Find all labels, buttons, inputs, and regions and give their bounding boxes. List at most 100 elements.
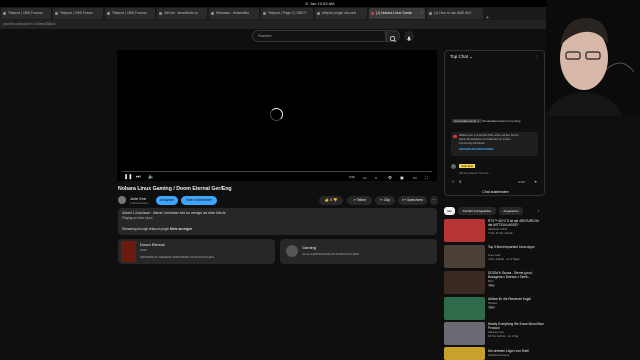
rec-badge: Neu bbox=[488, 284, 495, 287]
browser-tab[interactable]: Releases · fenwchildo bbox=[209, 8, 259, 19]
subscriber-count: 0 Abonnenten bbox=[130, 201, 149, 205]
game-browse-link[interactable]: WEITERE ZU DIESEM VIDEOSPIEL DURCHSUCHEN bbox=[140, 255, 214, 259]
fullscreen-icon[interactable]: ⛶ bbox=[425, 175, 430, 180]
browser-tab[interactable]: GitHub - fenwchildo-m bbox=[157, 8, 207, 19]
address-bar[interactable]: youtube.com/watch?v=ZBeae288dc4 bbox=[0, 20, 640, 29]
currency-icon[interactable]: $ bbox=[459, 179, 461, 184]
autoplay-toggle[interactable]: ◐ bbox=[375, 175, 380, 180]
rec-title: Top 5 Most Important Linux Apps bbox=[488, 245, 535, 249]
system-top-bar: 5. Jan 10:53 AM — ▢ ✕ bbox=[0, 0, 640, 7]
gaming-browse-link[interactable]: ALLE GAMINGINHALTE DURCHSUCHEN bbox=[302, 252, 359, 256]
tab-label: Teleport | OBS Forums bbox=[8, 11, 43, 15]
doom-eternal-cover bbox=[121, 241, 136, 262]
video-description[interactable]: Aktuell 1 Zuschauer · Aktiver Livestream… bbox=[118, 208, 437, 235]
banner-line: Willkommen im Livechat! Bitte achte auf … bbox=[459, 134, 519, 137]
description-stats: Aktuell 1 Zuschauer · Aktiver Livestream… bbox=[122, 211, 226, 215]
chip-recent[interactable]: Kürzlich hochgeladen bbox=[458, 207, 496, 215]
theater-mode-icon[interactable]: ▭ bbox=[413, 175, 418, 180]
webcam-overlay bbox=[546, 0, 640, 116]
browser-tab[interactable]: teleport plugin obs aurl bbox=[315, 8, 367, 19]
voice-search-button[interactable] bbox=[404, 31, 414, 41]
emoji-icon[interactable]: ☺ bbox=[451, 179, 455, 184]
recommendation-item[interactable]: Die dreisten Lügen von Shell Kopfbeantwo… bbox=[444, 347, 545, 360]
tab-label: teleport plugin obs aurl bbox=[322, 11, 357, 15]
save-label: Speichern bbox=[407, 198, 423, 202]
browser-tab[interactable]: (1) How to use AMD AV1 bbox=[427, 8, 483, 19]
next-button[interactable]: ⏭ bbox=[136, 175, 141, 180]
game-year: 2020 bbox=[140, 248, 147, 252]
favicon-icon bbox=[159, 12, 162, 15]
tab-label: Teleport | OBS Forum bbox=[60, 11, 93, 15]
rec-meta: 94 Tsd. Aufrufe · vor 1 Tag bbox=[488, 335, 519, 338]
analytics-button[interactable]: Analysen bbox=[156, 196, 178, 205]
recommendation-item[interactable]: Mostly Everything We Know About Blue Pro… bbox=[444, 322, 545, 345]
hide-chat-button[interactable]: Chat ausblenden bbox=[445, 190, 546, 194]
chips-next-icon[interactable]: › bbox=[538, 208, 539, 213]
chat-header: Top Chat bbox=[450, 54, 469, 59]
gaming-icon bbox=[286, 245, 298, 257]
rec-channel: Phased bbox=[488, 302, 497, 305]
description-line: Streaming through teleport plugin Mehr a… bbox=[122, 227, 192, 231]
search-input[interactable]: Suchen bbox=[252, 30, 386, 42]
tab-label: (1) How to use AMD AV1 bbox=[434, 11, 472, 15]
edit-video-button[interactable]: Video bearbeiten bbox=[181, 196, 217, 205]
video-player[interactable]: ❚❚ ⏭ 🔈 0:00 ▭ ◐ ⚙ ▣ ▭ ⛶ bbox=[117, 50, 437, 181]
like-button[interactable]: 👍 0 👎 bbox=[319, 196, 343, 205]
volume-icon[interactable]: 🔈 bbox=[148, 175, 154, 180]
chat-author-badge: StreamElements ✓ bbox=[452, 119, 482, 123]
game-title: Doom Eternal bbox=[140, 242, 165, 247]
chip-watched[interactable]: Angesehen bbox=[499, 207, 523, 215]
recommendation-item[interactable]: RTX™ 4070 Ti ist da! 499 EURO für die MI… bbox=[444, 219, 545, 242]
send-icon[interactable]: ➤ bbox=[534, 179, 537, 184]
recommendation-item[interactable]: Ablöse für die Riesende Kugel Phased Neu bbox=[444, 297, 545, 320]
description-text: Streaming through teleport plugin bbox=[122, 227, 170, 231]
clip-button[interactable]: ✂ Clip bbox=[375, 196, 395, 205]
browser-tab-active[interactable]: (1) Nobara Linux Gamin ✕ bbox=[369, 8, 425, 19]
rec-meta: 1 Mio. Aufrufe · vor 3 Tagen bbox=[488, 258, 520, 261]
chat-message-input[interactable]: Gib hier deinen Text ein... bbox=[459, 171, 491, 175]
video-thumbnail bbox=[444, 219, 485, 242]
video-thumbnail bbox=[444, 271, 485, 294]
browser-tab[interactable]: Teleport | OBS Forum bbox=[53, 8, 103, 19]
youtube-favicon-icon bbox=[371, 12, 374, 15]
chat-mode-selector[interactable]: Top Chat ⌄ bbox=[450, 54, 473, 60]
favicon-icon bbox=[429, 12, 432, 15]
system-clock: 5. Jan 10:53 AM bbox=[305, 1, 335, 6]
rec-channel: Bozz bbox=[488, 280, 494, 283]
recommendation-item[interactable]: Top 5 Most Important Linux Apps Linux Ca… bbox=[444, 245, 545, 268]
banner-line: Community-Richtlinien. bbox=[459, 142, 486, 145]
chip-all[interactable]: Alle bbox=[444, 207, 455, 215]
favicon-icon bbox=[55, 12, 58, 15]
close-tab-icon[interactable]: ✕ bbox=[420, 8, 423, 19]
video-thumbnail bbox=[444, 297, 485, 320]
browser-tab[interactable]: Teleport | OBS Forums bbox=[1, 8, 51, 19]
rec-meta: 7 Std. 47 Tsd. Aufrufe bbox=[488, 232, 513, 235]
play-pause-button[interactable]: ❚❚ bbox=[124, 175, 132, 180]
recommendation-item[interactable]: DOOM ft. Bozza - Sterne (prod. Bozagena … bbox=[444, 271, 545, 294]
gaming-card[interactable]: Gaming ALLE GAMINGINHALTE DURCHSUCHEN bbox=[280, 239, 437, 264]
favicon-icon bbox=[107, 12, 110, 15]
more-actions-button[interactable]: ⋯ bbox=[430, 196, 438, 205]
more-info-link[interactable]: WEITERE INFORMATIONEN bbox=[459, 148, 493, 151]
channel-avatar[interactable] bbox=[118, 196, 126, 204]
show-more-link[interactable]: Mehr anzeigen bbox=[170, 227, 192, 231]
gaming-title: Gaming bbox=[302, 245, 317, 250]
rec-title: Ablöse für die Riesende Kugel bbox=[488, 297, 531, 301]
description-line: Playing on Arch Linux bbox=[122, 216, 153, 220]
save-button[interactable]: ≡+ Speichern bbox=[398, 196, 427, 205]
rec-title: Die dreisten Lügen von Shell bbox=[488, 349, 529, 353]
rec-channel: Hardware Unbox bbox=[488, 228, 508, 231]
favicon-icon bbox=[3, 12, 6, 15]
share-button[interactable]: ↗ Teilen bbox=[347, 196, 372, 205]
miniplayer-icon[interactable]: ▣ bbox=[400, 175, 405, 180]
browser-tab[interactable]: Teleport | OBS Forums bbox=[105, 8, 155, 19]
search-button[interactable] bbox=[386, 30, 400, 43]
rec-channel: Gaming Linux bbox=[488, 331, 505, 334]
chat-more-icon[interactable]: ⋮ bbox=[535, 54, 539, 59]
microphone-icon bbox=[406, 36, 412, 41]
video-progress-bar[interactable] bbox=[122, 171, 432, 172]
subtitles-icon[interactable]: ▭ bbox=[363, 175, 368, 180]
game-card[interactable]: Doom Eternal 2020 WEITERE ZU DIESEM VIDE… bbox=[118, 239, 275, 264]
settings-gear-icon[interactable]: ⚙ bbox=[388, 175, 393, 180]
browser-tab[interactable]: Teleport | Page 2 | OBS F bbox=[261, 8, 313, 19]
